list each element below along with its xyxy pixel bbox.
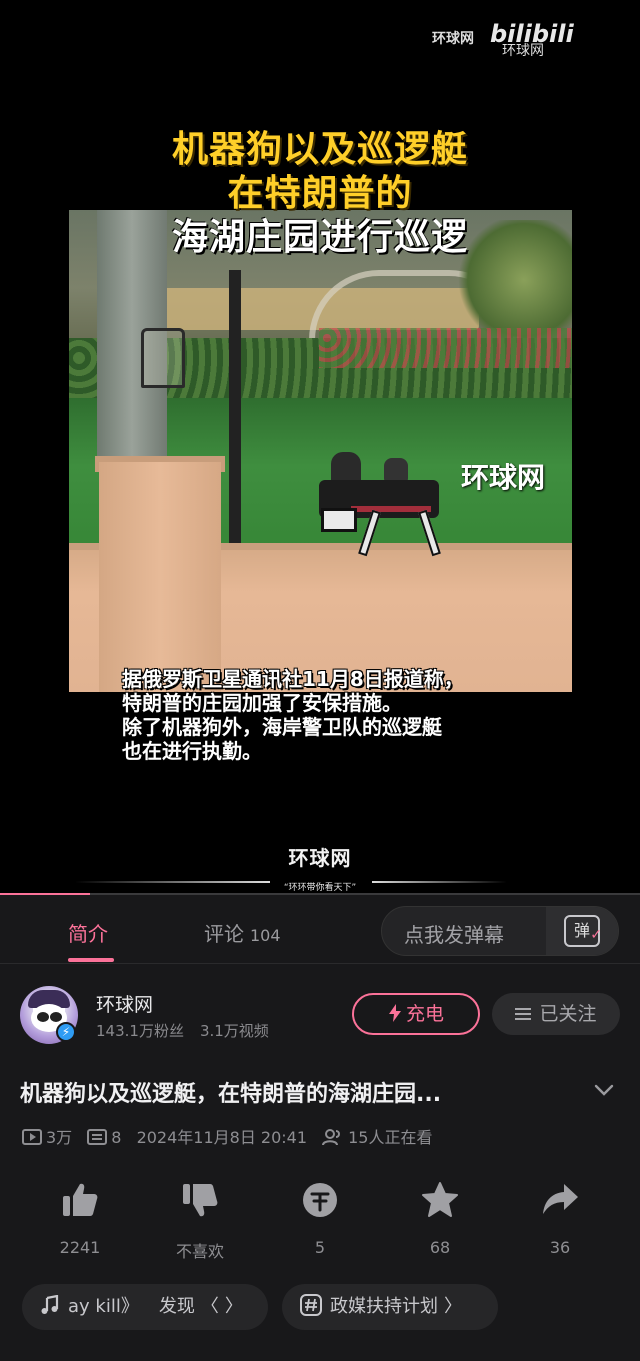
tab-comments[interactable]: 评论 104 [204, 918, 281, 947]
hashtag-icon [300, 1294, 322, 1316]
bottom-watermark-name: 环球网 [288, 846, 352, 870]
subtitle-line: 据俄罗斯卫星通讯社11月8日报道称， [122, 667, 464, 691]
discover-label: 发现 [158, 1296, 195, 1317]
video-player[interactable]: 环球网 bilibili 环球网 环球网 机器狗以及巡逻艇 在特朗普的 海湖庄园… [0, 0, 640, 895]
fans-count: 143.1万粉丝 [96, 1022, 184, 1040]
publish-date: 2024年11月8日 20:41 [136, 1128, 308, 1147]
share-icon [543, 1184, 578, 1214]
follow-label: 已关注 [539, 1003, 597, 1025]
video-frame: 环球网 [69, 210, 572, 692]
topic-chip[interactable]: 政媒扶持计划〉 [282, 1284, 498, 1330]
tab-comments-label: 评论 [204, 922, 244, 946]
charge-button[interactable]: 充电 [352, 993, 480, 1035]
star-icon [422, 1182, 458, 1217]
check-icon: ✓ [590, 927, 602, 943]
play-count: 3万 [46, 1128, 73, 1147]
subtitle-line: 除了机器狗外，海岸警卫队的巡逻艇 [122, 715, 442, 739]
coin-icon [303, 1183, 337, 1217]
favorite-count: 68 [429, 1238, 451, 1257]
video-progress-bar[interactable] [0, 893, 640, 895]
uploader-stats: 143.1万粉丝 3.1万视频 [96, 1020, 269, 1041]
subtitle-line: 也在进行执勤。 [122, 739, 262, 763]
topic-label: 政媒扶持计划 [330, 1296, 438, 1317]
video-count: 3.1万视频 [199, 1022, 269, 1040]
danmu-icon: 弹 ✓ [564, 915, 602, 947]
video-title[interactable]: 机器狗以及巡逻艇，在特朗普的海湖庄园... [20, 1076, 570, 1108]
music-note-icon [41, 1294, 59, 1314]
headline-line: 在特朗普的 [227, 173, 413, 214]
music-title: ay kill》 [68, 1296, 139, 1317]
bottom-watermark-slogan: “环环带你看天下” [283, 883, 357, 893]
uploader-name[interactable]: 环球网 [96, 990, 153, 1017]
share-count: 36 [549, 1238, 571, 1257]
like-count: 2241 [59, 1238, 101, 1257]
dislike-button[interactable]: 不喜欢 [160, 1180, 240, 1262]
dislike-label: 不喜欢 [175, 1242, 224, 1261]
watching-count: 15人正在看 [348, 1128, 433, 1147]
video-progress-fill [0, 893, 90, 895]
comments-count: 104 [250, 926, 281, 945]
music-chip[interactable]: ay kill》 发现〈〉 [22, 1284, 268, 1330]
scene-watermark: 环球网 [461, 461, 546, 494]
lightning-icon [388, 1004, 401, 1022]
danmu-placeholder: 点我发弹幕 [404, 923, 504, 947]
share-button[interactable]: 36 [520, 1180, 600, 1257]
chevron-right-icon: 〉 [444, 1296, 462, 1317]
headline-line: 海湖庄园进行巡逻 [171, 217, 468, 258]
video-meta: 3万 8 2024年11月8日 20:41 15人正在看 [22, 1124, 433, 1148]
danmu-icon-label: 弹 [573, 921, 590, 940]
chevron-left-icon: 〈 [200, 1296, 219, 1317]
favorite-button[interactable]: 68 [400, 1180, 480, 1257]
follow-button[interactable]: 已关注 [492, 993, 620, 1035]
verified-badge-icon: ⚡ [56, 1022, 76, 1042]
tab-active-indicator [68, 958, 114, 962]
chevron-right-icon: 〉 [224, 1296, 243, 1317]
like-button[interactable]: 2241 [40, 1180, 120, 1257]
subtitle-line: 特朗普的庄园加强了安保措施。 [122, 691, 402, 715]
tab-intro[interactable]: 简介 [68, 918, 108, 947]
coin-count: 5 [314, 1238, 326, 1257]
danmu-input[interactable]: 点我发弹幕 弹 ✓ [381, 906, 619, 956]
people-icon [322, 1129, 341, 1145]
thumb-down-icon [183, 1184, 218, 1217]
top-watermark: 环球网 [432, 31, 474, 47]
play-count-icon [22, 1129, 42, 1145]
headline-line: 机器狗以及巡逻艇 [171, 129, 468, 170]
chevron-down-icon[interactable] [592, 1078, 616, 1102]
bilibili-sub-watermark: 环球网 [502, 43, 544, 59]
charge-label: 充电 [405, 1003, 444, 1025]
tab-bar: 简介 评论 104 点我发弹幕 弹 ✓ [0, 898, 640, 964]
danmaku-count: 8 [111, 1128, 122, 1147]
video-subtitle: 据俄罗斯卫星通讯社11月8日报道称， 特朗普的庄园加强了安保措施。 除了机器狗外… [122, 667, 542, 763]
video-headline: 机器狗以及巡逻艇 在特朗普的 海湖庄园进行巡逻 [0, 128, 640, 260]
coin-button[interactable]: 5 [280, 1180, 360, 1257]
menu-icon [515, 1008, 532, 1020]
thumb-up-icon [63, 1183, 98, 1216]
danmu-toggle-button[interactable]: 弹 ✓ [546, 907, 618, 955]
bottom-watermark: 环球网 “环环带你看天下” [0, 842, 640, 893]
danmaku-count-icon [87, 1129, 108, 1145]
